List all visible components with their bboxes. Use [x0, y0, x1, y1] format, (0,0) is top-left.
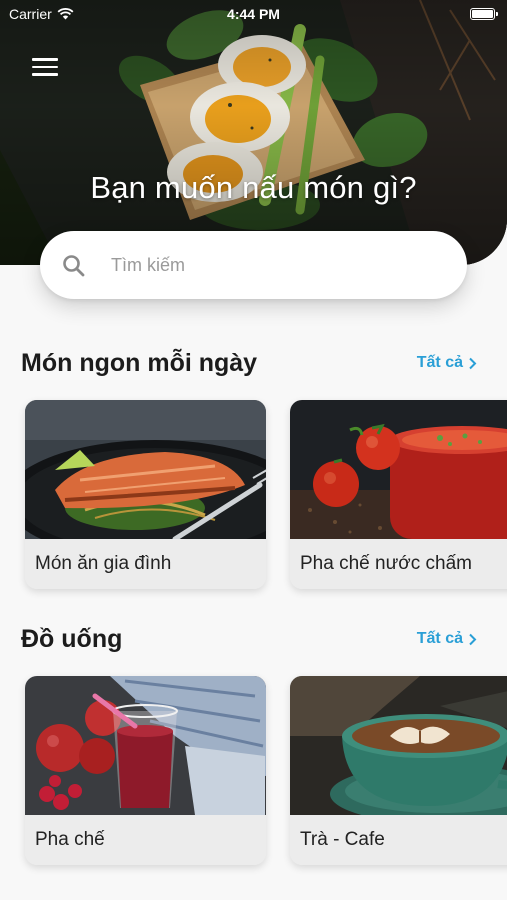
- see-all-drinks-button[interactable]: Tất cả: [417, 630, 477, 648]
- card-label: Trà - Cafe: [290, 815, 507, 865]
- chevron-right-icon: [469, 633, 477, 645]
- section-title-drinks: Đồ uống: [21, 625, 123, 653]
- card-label: Pha chế: [25, 815, 266, 865]
- see-all-label: Tất cả: [416, 630, 463, 647]
- see-all-daily-button[interactable]: Tất cả: [417, 354, 477, 372]
- card-tea-coffee[interactable]: Trà - Cafe: [290, 676, 507, 865]
- search-input[interactable]: [111, 254, 431, 276]
- hero-title: Bạn muốn nấu món gì?: [90, 170, 417, 205]
- search-icon: [63, 255, 85, 277]
- card-family-meals[interactable]: Món ăn gia đình: [25, 400, 266, 589]
- hero-overlay: [0, 0, 507, 265]
- card-label: Món ăn gia đình: [25, 539, 266, 589]
- tomato-sauce-image: [290, 400, 507, 539]
- status-bar: Carrier 4:44 PM: [0, 0, 507, 28]
- hamburger-icon[interactable]: [32, 58, 58, 80]
- card-dipping-sauce[interactable]: Pha chế nước chấm: [290, 400, 507, 589]
- battery-icon: [470, 8, 498, 20]
- salmon-dish-image: [25, 400, 266, 539]
- section-title-daily: Món ngon mỗi ngày: [21, 349, 258, 377]
- card-label: Pha chế nước chấm: [290, 539, 507, 589]
- berry-juice-image: [25, 676, 266, 815]
- latte-cup-image: [290, 676, 507, 815]
- search-bar[interactable]: [40, 231, 467, 299]
- see-all-label: Tất cả: [416, 354, 463, 371]
- card-mixing[interactable]: Pha chế: [25, 676, 266, 865]
- clock: 4:44 PM: [227, 6, 280, 22]
- hero-banner: Carrier 4:44 PM Bạn muốn nấu món gì?: [0, 0, 507, 265]
- chevron-right-icon: [469, 357, 477, 369]
